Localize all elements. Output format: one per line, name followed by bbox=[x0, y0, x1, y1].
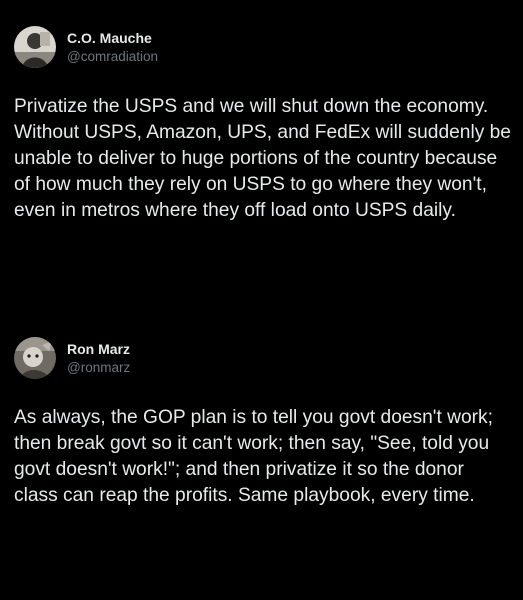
post-text: As always, the GOP plan is to tell you g… bbox=[14, 407, 493, 506]
post-ronmarz: Ron Marz @ronmarz As always, the GOP pla… bbox=[14, 335, 511, 509]
avatar[interactable] bbox=[14, 337, 56, 379]
post-header: C.O. Mauche @comradiation bbox=[14, 24, 511, 70]
user-handle[interactable]: @comradiation bbox=[67, 49, 158, 65]
post-header: Ron Marz @ronmarz bbox=[14, 335, 511, 381]
identity: Ron Marz @ronmarz bbox=[67, 341, 130, 376]
post-comradiation: C.O. Mauche @comradiation Privatize the … bbox=[14, 24, 511, 224]
display-name[interactable]: C.O. Mauche bbox=[67, 30, 158, 46]
avatar[interactable] bbox=[14, 26, 56, 68]
profile-photo-icon bbox=[14, 337, 56, 379]
profile-photo-icon bbox=[14, 26, 56, 68]
user-handle[interactable]: @ronmarz bbox=[67, 360, 130, 376]
post-text: Privatize the USPS and we will shut down… bbox=[14, 96, 511, 221]
identity: C.O. Mauche @comradiation bbox=[67, 30, 158, 65]
display-name[interactable]: Ron Marz bbox=[67, 341, 130, 357]
